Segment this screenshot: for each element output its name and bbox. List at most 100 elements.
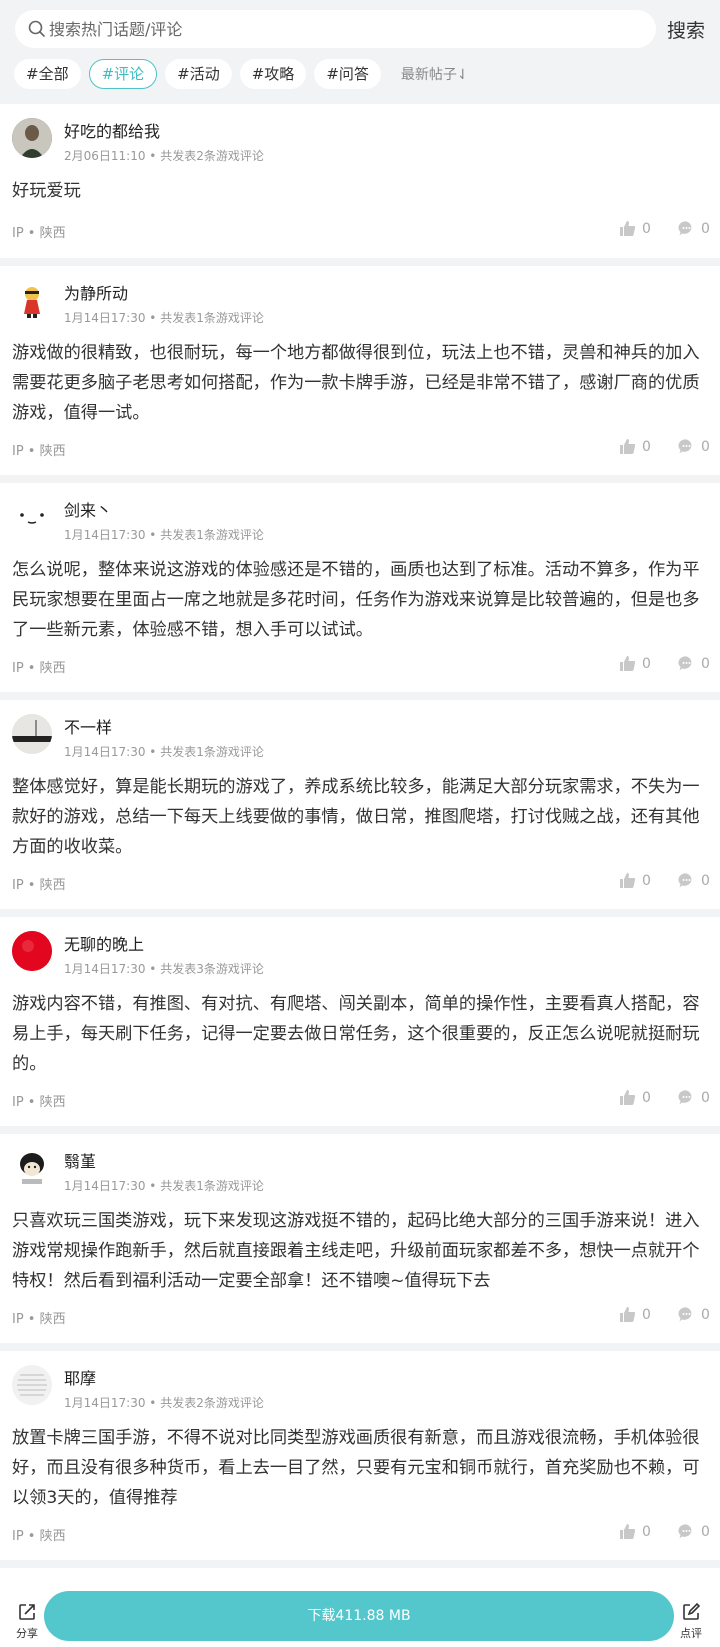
author-name[interactable]: 好吃的都给我 [64, 118, 160, 142]
comment-icon [678, 1090, 692, 1105]
ip-location: IP • 陕西 [12, 444, 66, 459]
post-body: 游戏内容不错，有推图、有对抗、有爬塔、闯关副本，简单的操作性，主要看真人搭配，容… [12, 994, 700, 1074]
comment-count: 0 [701, 438, 710, 455]
post-card[interactable]: 好吃的都给我 2月06日11:10 • 共发表2条游戏评论 好玩爱玩 IP • … [0, 104, 720, 258]
tab-events[interactable]: #活动 [165, 59, 232, 89]
like-button[interactable]: 0 [619, 220, 651, 237]
post-card[interactable]: 剑来丶 1月14日17:30 • 共发表1条游戏评论 怎么说呢，整体来说这游戏的… [0, 483, 720, 692]
comment-button[interactable]: 0 [678, 872, 710, 889]
author-name[interactable]: 剑来丶 [64, 497, 112, 521]
like-button[interactable]: 0 [619, 1306, 651, 1323]
like-count: 0 [642, 1306, 651, 1323]
thumbs-up-icon [620, 1524, 636, 1539]
avatar[interactable] [12, 931, 52, 971]
avatar[interactable] [12, 497, 52, 537]
tab-reviews[interactable]: #评论 [88, 59, 158, 89]
like-button[interactable]: 0 [619, 1089, 651, 1106]
comment-button[interactable]: 0 [678, 438, 710, 455]
post-meta: 1月14日17:30 • 共发表1条游戏评论 [64, 311, 264, 325]
post-body: 好玩爱玩 [12, 181, 81, 201]
post-meta: 1月14日17:30 • 共发表1条游戏评论 [64, 745, 264, 759]
thumbs-up-icon [620, 221, 636, 236]
post-meta: 1月14日17:30 • 共发表3条游戏评论 [64, 962, 264, 976]
comment-icon [678, 1307, 692, 1322]
comment-button[interactable]: 0 [678, 220, 710, 237]
tab-qa[interactable]: #问答 [314, 59, 381, 89]
avatar[interactable] [12, 1365, 52, 1405]
post-meta: 1月14日17:30 • 共发表1条游戏评论 [64, 528, 264, 542]
like-count: 0 [642, 438, 651, 455]
share-button[interactable]: 分享 [14, 1602, 40, 1641]
search-icon [28, 20, 45, 37]
post-meta: 2月06日11:10 • 共发表2条游戏评论 [64, 149, 264, 163]
post-meta: 1月14日17:30 • 共发表2条游戏评论 [64, 1396, 264, 1410]
post-card[interactable]: 不一样 1月14日17:30 • 共发表1条游戏评论 整体感觉好，算是能长期玩的… [0, 700, 720, 909]
thumbs-up-icon [620, 656, 636, 671]
post-body: 怎么说呢，整体来说这游戏的体验感还是不错的，画质也达到了标准。活动不算多，作为平… [12, 560, 700, 640]
author-name[interactable]: 不一样 [64, 714, 112, 738]
ip-location: IP • 陕西 [12, 1095, 66, 1110]
like-count: 0 [642, 655, 651, 672]
comment-count: 0 [701, 655, 710, 672]
search-input[interactable] [49, 10, 639, 48]
thumbs-up-icon [620, 1307, 636, 1322]
like-count: 0 [642, 1523, 651, 1540]
comment-icon [678, 439, 692, 454]
comment-count: 0 [701, 1089, 710, 1106]
comment-count: 0 [701, 220, 710, 237]
tab-all[interactable]: #全部 [14, 59, 81, 89]
tab-guides[interactable]: #攻略 [239, 59, 307, 89]
search-button[interactable]: 搜索 [667, 16, 705, 43]
author-name[interactable]: 无聊的晚上 [64, 931, 144, 955]
comment-button[interactable]: 0 [678, 655, 710, 672]
comment-button[interactable]: 0 [678, 1306, 710, 1323]
comment-count: 0 [701, 1523, 710, 1540]
sort-toggle[interactable]: 最新帖子⇃ [401, 64, 469, 84]
bottom-bar: 分享 下载411.88 MB 点评 [0, 1580, 720, 1647]
like-count: 0 [642, 872, 651, 889]
post-card[interactable]: 翳堇 1月14日17:30 • 共发表1条游戏评论 只喜欢玩三国类游戏，玩下来发… [0, 1134, 720, 1343]
ip-location: IP • 陕西 [12, 661, 66, 676]
comment-icon [678, 873, 692, 888]
topic-tabs: #全部 #评论 #活动 #攻略 #问答 最新帖子⇃ [14, 58, 469, 90]
comment-count: 0 [701, 1306, 710, 1323]
author-name[interactable]: 耶摩 [64, 1365, 96, 1389]
avatar[interactable] [12, 714, 52, 754]
thumbs-up-icon [620, 439, 636, 454]
review-label: 点评 [680, 1627, 702, 1640]
avatar[interactable] [12, 1148, 52, 1188]
comment-icon [678, 656, 692, 671]
post-body: 只喜欢玩三国类游戏，玩下来发现这游戏挺不错的，起码比绝大部分的三国手游来说！进入… [12, 1211, 700, 1291]
search-box[interactable] [15, 10, 656, 48]
post-meta: 1月14日17:30 • 共发表1条游戏评论 [64, 1179, 264, 1193]
top-bar: 搜索 #全部 #评论 #活动 #攻略 #问答 最新帖子⇃ [0, 0, 720, 104]
search-row: 搜索 [15, 10, 705, 48]
ip-location: IP • 陕西 [12, 226, 66, 241]
post-card[interactable]: 无聊的晚上 1月14日17:30 • 共发表3条游戏评论 游戏内容不错，有推图、… [0, 917, 720, 1126]
edit-icon [683, 1602, 701, 1620]
thumbs-up-icon [620, 873, 636, 888]
post-body: 整体感觉好，算是能长期玩的游戏了，养成系统比较多，能满足大部分玩家需求，不失为一… [12, 777, 700, 857]
like-count: 0 [642, 1089, 651, 1106]
like-button[interactable]: 0 [619, 438, 651, 455]
comment-icon [678, 1524, 692, 1539]
share-label: 分享 [16, 1627, 38, 1640]
comment-count: 0 [701, 872, 710, 889]
comment-button[interactable]: 0 [678, 1089, 710, 1106]
share-icon [19, 1604, 35, 1620]
like-button[interactable]: 0 [619, 872, 651, 889]
download-button[interactable]: 下载411.88 MB [44, 1591, 674, 1641]
ip-location: IP • 陕西 [12, 878, 66, 893]
avatar[interactable] [12, 280, 52, 320]
post-card[interactable]: 为静所动 1月14日17:30 • 共发表1条游戏评论 游戏做的很精致，也很耐玩… [0, 266, 720, 475]
review-button[interactable]: 点评 [676, 1602, 706, 1641]
post-card[interactable]: 耶摩 1月14日17:30 • 共发表2条游戏评论 放置卡牌三国手游，不得不说对… [0, 1351, 720, 1560]
author-name[interactable]: 为静所动 [64, 280, 128, 304]
thumbs-up-icon [620, 1090, 636, 1105]
author-name[interactable]: 翳堇 [64, 1148, 96, 1172]
comment-button[interactable]: 0 [678, 1523, 710, 1540]
avatar[interactable] [12, 118, 52, 158]
ip-location: IP • 陕西 [12, 1529, 66, 1544]
like-button[interactable]: 0 [619, 1523, 651, 1540]
like-button[interactable]: 0 [619, 655, 651, 672]
